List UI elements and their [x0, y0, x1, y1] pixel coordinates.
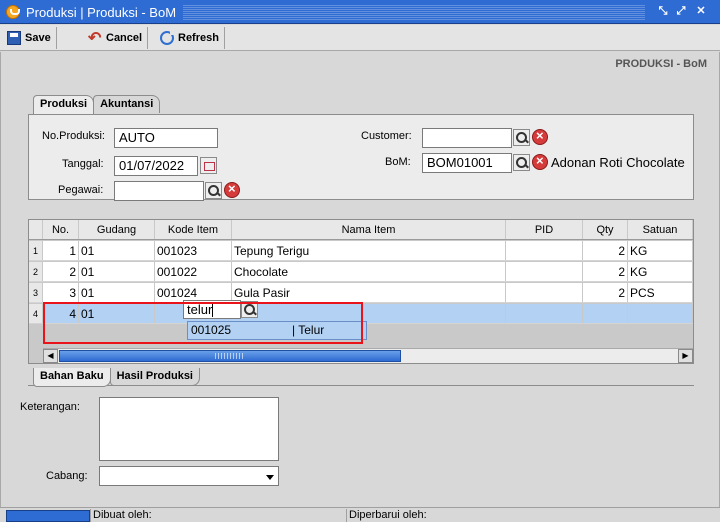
restore-icon[interactable]: ⤡: [656, 4, 670, 18]
customer-input[interactable]: [422, 128, 512, 148]
pegawai-label: Pegawai:: [58, 184, 104, 196]
horizontal-scrollbar[interactable]: ◀ ▶: [43, 348, 693, 363]
scroll-right-icon[interactable]: ▶: [678, 349, 693, 363]
cell-gudang[interactable]: 01: [79, 283, 155, 302]
header-gudang[interactable]: Gudang: [79, 220, 155, 239]
header-satuan[interactable]: Satuan: [628, 220, 693, 239]
bottom-form: Keterangan: Cabang:: [20, 385, 694, 505]
calendar-icon[interactable]: [200, 157, 217, 174]
pegawai-input[interactable]: [114, 181, 204, 201]
cell-no[interactable]: 2: [43, 262, 79, 281]
cell-pid[interactable]: [506, 304, 583, 323]
header-no[interactable]: No.: [43, 220, 79, 239]
grid-header: No. Gudang Kode Item Nama Item PID Qty S…: [29, 220, 693, 240]
cell-satuan[interactable]: [628, 304, 693, 323]
bom-label: BoM:: [385, 156, 411, 168]
cell-no[interactable]: 3: [43, 283, 79, 302]
pegawai-clear-icon[interactable]: [224, 181, 240, 198]
toolbar: Save Cancel Refresh: [0, 25, 720, 51]
save-button[interactable]: Save: [2, 27, 57, 49]
scrollbar-thumb[interactable]: [59, 350, 401, 362]
header-pid[interactable]: PID: [506, 220, 583, 239]
page-title: PRODUKSI - BoM: [615, 58, 707, 70]
row-number: 4: [29, 304, 43, 323]
row-number-header: [29, 220, 43, 239]
cell-no[interactable]: 1: [43, 241, 79, 260]
header-qty[interactable]: Qty: [583, 220, 628, 239]
save-icon: [7, 31, 21, 45]
cabang-select[interactable]: [99, 466, 279, 486]
grip-icon: [215, 353, 245, 359]
cell-qty[interactable]: [583, 304, 628, 323]
table-row[interactable]: 2 2 01 001022 Chocolate 2 KG: [29, 262, 693, 282]
header-kode-item[interactable]: Kode Item: [155, 220, 232, 239]
customer-search-icon[interactable]: [513, 129, 530, 146]
save-label: Save: [25, 32, 51, 44]
app-icon: [6, 5, 20, 19]
main-content: PRODUKSI - BoM Produksi Akuntansi No.Pro…: [0, 52, 720, 507]
cell-nama-item[interactable]: Tepung Terigu: [232, 241, 506, 260]
refresh-button[interactable]: Refresh: [155, 27, 225, 49]
top-tab-strip: Produksi Akuntansi: [33, 95, 161, 114]
cell-kode-item[interactable]: 001022: [155, 262, 232, 281]
cell-qty[interactable]: 2: [583, 241, 628, 260]
cancel-label: Cancel: [106, 32, 143, 44]
cell-pid[interactable]: [506, 283, 583, 302]
diperbarui-oleh: Diperbarui oleh:: [346, 509, 427, 522]
cell-gudang[interactable]: 01: [79, 241, 155, 260]
header-form: No.Produksi: AUTO Tanggal: 01/07/2022 Pe…: [28, 114, 694, 201]
title-bar-stripes: [183, 4, 645, 20]
bom-clear-icon[interactable]: [532, 153, 548, 170]
cabang-label: Cabang:: [46, 470, 88, 482]
chevron-down-icon: [266, 475, 274, 480]
tab-bahan-baku[interactable]: Bahan Baku: [33, 368, 111, 387]
cell-qty[interactable]: 2: [583, 283, 628, 302]
close-window-icon[interactable]: ✕: [694, 4, 708, 18]
refresh-icon: [160, 30, 175, 45]
customer-label: Customer:: [361, 130, 412, 142]
title-bar: Produksi | Produksi - BoM ⤡ ⤢ ✕: [0, 0, 720, 24]
tab-hasil-produksi[interactable]: Hasil Produksi: [109, 368, 200, 386]
status-bar: Dibuat oleh: Diperbarui oleh:: [0, 507, 720, 522]
row-number: 2: [29, 262, 43, 281]
dibuat-oleh: Dibuat oleh:: [90, 509, 152, 522]
maximize-icon[interactable]: ⤢: [674, 4, 688, 18]
highlight-box: [43, 302, 363, 344]
cell-pid[interactable]: [506, 241, 583, 260]
cell-satuan[interactable]: PCS: [628, 283, 693, 302]
bom-input[interactable]: BOM01001: [422, 153, 512, 173]
cell-satuan[interactable]: KG: [628, 262, 693, 281]
tab-akuntansi[interactable]: Akuntansi: [93, 95, 161, 113]
bom-name: Adonan Roti Chocolate: [551, 155, 685, 170]
cell-pid[interactable]: [506, 262, 583, 281]
cell-satuan[interactable]: KG: [628, 241, 693, 260]
window-title: Produksi | Produksi - BoM: [26, 5, 177, 20]
cell-kode-item[interactable]: 001023: [155, 241, 232, 260]
customer-clear-icon[interactable]: [532, 128, 548, 145]
tab-produksi[interactable]: Produksi: [33, 95, 95, 114]
cancel-button[interactable]: Cancel: [83, 27, 149, 49]
tanggal-input[interactable]: 01/07/2022: [114, 156, 198, 176]
table-row[interactable]: 3 3 01 001024 Gula Pasir 2 PCS: [29, 283, 693, 303]
status-progress: [6, 510, 90, 522]
item-grid: No. Gudang Kode Item Nama Item PID Qty S…: [28, 219, 694, 364]
bom-search-icon[interactable]: [513, 154, 530, 171]
table-row[interactable]: 1 1 01 001023 Tepung Terigu 2 KG: [29, 241, 693, 261]
header-nama-item[interactable]: Nama Item: [232, 220, 506, 239]
cell-nama-item[interactable]: Chocolate: [232, 262, 506, 281]
cell-gudang[interactable]: 01: [79, 262, 155, 281]
cell-nama-item[interactable]: Gula Pasir: [232, 283, 506, 302]
cell-qty[interactable]: 2: [583, 262, 628, 281]
refresh-label: Refresh: [178, 32, 219, 44]
pegawai-search-icon[interactable]: [205, 182, 222, 199]
tanggal-label: Tanggal:: [62, 158, 104, 170]
no-produksi-input[interactable]: AUTO: [114, 128, 218, 148]
no-produksi-label: No.Produksi:: [42, 130, 105, 142]
keterangan-textarea[interactable]: [99, 397, 279, 461]
undo-icon: [88, 28, 102, 48]
row-number: 1: [29, 241, 43, 260]
keterangan-label: Keterangan:: [20, 401, 80, 413]
scroll-left-icon[interactable]: ◀: [43, 349, 58, 363]
row-number: 3: [29, 283, 43, 302]
